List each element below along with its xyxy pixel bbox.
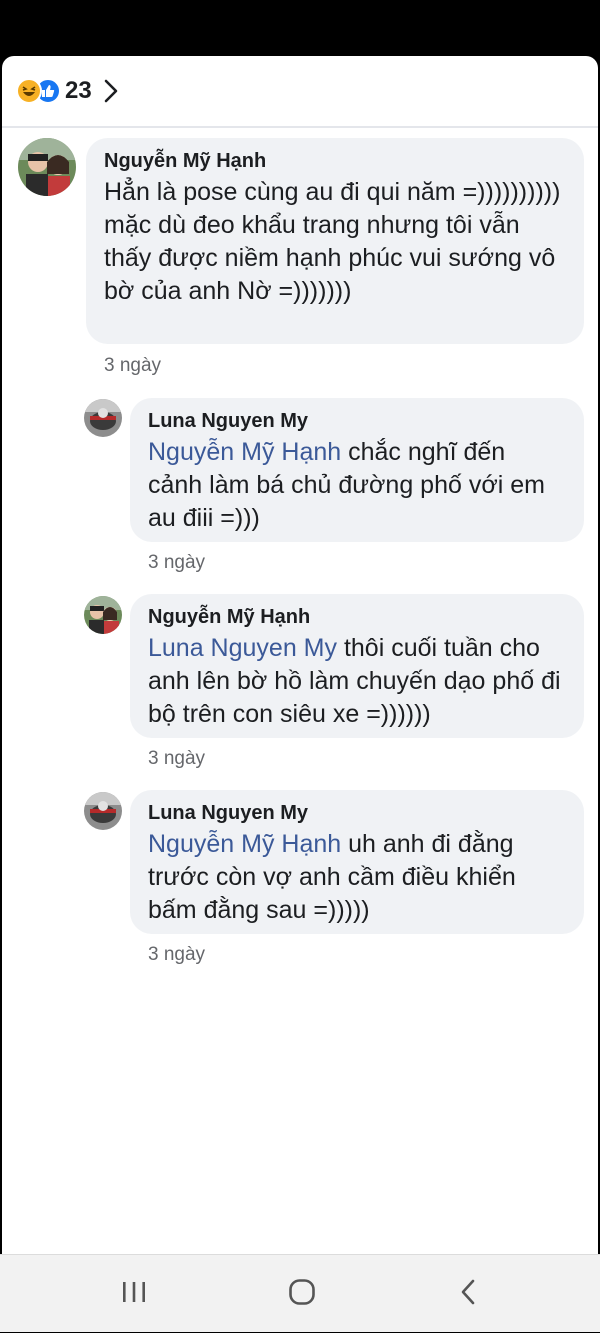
system-nav-bar: [0, 1254, 600, 1332]
comment-timestamp: 3 ngày: [148, 944, 206, 965]
divider: [2, 126, 598, 128]
recent-apps-icon: [121, 1280, 147, 1309]
reactions-summary[interactable]: 23: [2, 56, 598, 126]
comment-bubble: Luna Nguyen My Nguyễn Mỹ Hạnh chắc nghĩ …: [130, 398, 584, 542]
comments-sheet: 23 Nguyễn Mỹ Hạnh Hẳn là pose cùng au đi…: [2, 56, 598, 1254]
comment-bubble: Luna Nguyen My Nguyễn Mỹ Hạnh uh anh đi …: [130, 790, 584, 934]
comment-text: Nguyễn Mỹ Hạnh uh anh đi đằng trước còn …: [148, 830, 516, 924]
status-bar: [0, 0, 600, 56]
comment-mention[interactable]: Luna Nguyen My: [148, 634, 337, 662]
comment-text: Nguyễn Mỹ Hạnh chắc nghĩ đến cảnh làm bá…: [148, 438, 545, 532]
avatar[interactable]: [84, 792, 122, 830]
home-button[interactable]: [262, 1255, 342, 1333]
avatar[interactable]: [84, 399, 122, 437]
home-icon: [288, 1278, 316, 1311]
comment-author[interactable]: Luna Nguyen My: [148, 800, 566, 826]
comment-bubble: Nguyễn Mỹ Hạnh Hẳn là pose cùng au đi qu…: [86, 138, 584, 344]
avatar[interactable]: [84, 596, 122, 634]
comment-text: Luna Nguyen My thôi cuối tuần cho anh lê…: [148, 634, 561, 728]
recent-apps-button[interactable]: [94, 1255, 174, 1333]
comment-timestamp: 3 ngày: [148, 552, 206, 573]
comment-timestamp: 3 ngày: [148, 748, 206, 769]
reaction-count: 23: [65, 77, 92, 104]
comment-author[interactable]: Luna Nguyen My: [148, 408, 566, 434]
comment-mention[interactable]: Nguyễn Mỹ Hạnh: [148, 830, 341, 858]
comment-author[interactable]: Nguyễn Mỹ Hạnh: [148, 604, 566, 630]
chevron-right-icon[interactable]: [104, 79, 118, 103]
comment-author[interactable]: Nguyễn Mỹ Hạnh: [104, 148, 566, 174]
comment-timestamp: 3 ngày: [104, 355, 162, 376]
back-icon: [459, 1278, 477, 1311]
comment-text: Hẳn là pose cùng au đi qui năm =))))))))…: [104, 178, 561, 305]
back-button[interactable]: [428, 1255, 508, 1333]
haha-reaction-icon: [16, 78, 42, 104]
avatar[interactable]: [18, 138, 76, 196]
comment-mention[interactable]: Nguyễn Mỹ Hạnh: [148, 438, 341, 466]
comment-bubble: Nguyễn Mỹ Hạnh Luna Nguyen My thôi cuối …: [130, 594, 584, 738]
